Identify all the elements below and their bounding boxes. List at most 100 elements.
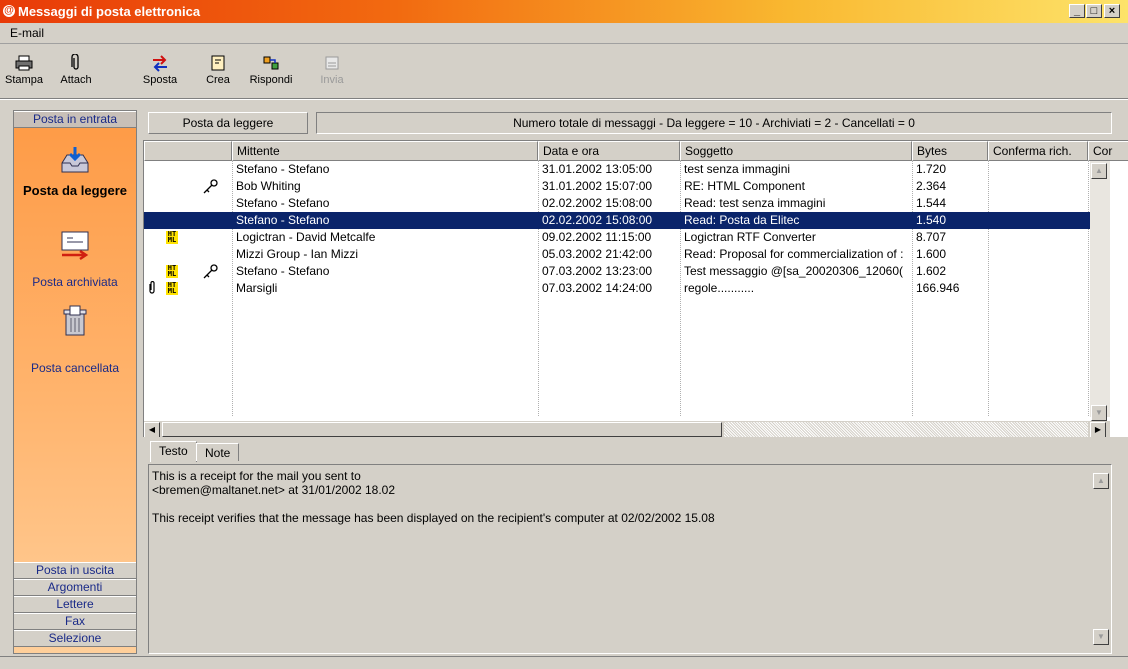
sidebar-letters-button[interactable]: Lettere	[14, 596, 136, 613]
table-row[interactable]: Stefano - Stefano 31.01.2002 13:05:00 test…	[144, 161, 1110, 178]
sidebar-fax-button[interactable]: Fax	[14, 613, 136, 630]
attach-button[interactable]: Attach	[56, 50, 96, 94]
folder-unread-label: Posta da leggere	[22, 183, 128, 198]
new-message-icon	[209, 54, 227, 72]
maximize-button[interactable]: □	[1086, 4, 1102, 18]
table-row[interactable]: Stefano - Stefano 02.02.2002 15:08:00 Read…	[144, 195, 1110, 212]
scroll-track[interactable]	[724, 422, 1088, 437]
cell-bytes: 1.602	[916, 264, 947, 278]
folder-deleted[interactable]: Posta cancellata	[14, 305, 136, 375]
message-list: Mittente Data e ora Soggetto Bytes Confe…	[143, 140, 1128, 437]
send-button[interactable]: Invia	[312, 50, 352, 94]
cell-subject: regole...........	[684, 281, 755, 295]
column-header-date[interactable]: Data e ora	[538, 141, 680, 161]
close-button[interactable]: ×	[1104, 4, 1120, 18]
cell-date: 07.03.2002 14:24:00	[542, 281, 653, 295]
column-header-subject[interactable]: Soggetto	[680, 141, 912, 161]
column-header-receipt-requested[interactable]: Conferma rich.	[988, 141, 1088, 161]
cell-subject: test senza immagini	[684, 162, 791, 176]
cell-subject: Logictran RTF Converter	[684, 230, 816, 244]
scroll-up-button[interactable]: ▲	[1091, 163, 1107, 179]
move-arrows-icon	[151, 54, 169, 72]
toolbar: Stampa Attach Sposta Crea Rispondi Invia	[0, 44, 1128, 99]
sidebar-topics-button[interactable]: Argomenti	[14, 579, 136, 596]
move-label: Sposta	[142, 74, 178, 86]
table-row[interactable]: HT ML Stefano - Stefano 07.03.2002 13:23:00…	[144, 263, 1110, 280]
scroll-right-button[interactable]: ▶	[1090, 422, 1106, 437]
cell-date: 05.03.2002 21:42:00	[542, 247, 653, 261]
column-header-bytes[interactable]: Bytes	[912, 141, 988, 161]
table-row[interactable]: HT ML Logictran - David Metcalfe 09.02.2002…	[144, 229, 1110, 246]
folder-deleted-label: Posta cancellata	[30, 361, 120, 375]
minimize-button[interactable]: _	[1069, 4, 1085, 18]
reply-icon	[262, 54, 280, 72]
status-bar	[0, 656, 1128, 669]
folder-archived-label: Posta archiviata	[32, 275, 118, 289]
cell-sender: Stefano - Stefano	[236, 196, 330, 210]
preview-scroll-up-button[interactable]: ▲	[1093, 473, 1109, 489]
html-format-icon: HT ML	[166, 264, 178, 278]
table-row[interactable]: Bob Whiting 31.01.2002 15:07:00 RE: HTML C…	[144, 178, 1110, 195]
sidebar-selection-button[interactable]: Selezione	[14, 630, 136, 647]
cell-bytes: 166.946	[916, 281, 960, 295]
cell-bytes: 1.540	[916, 213, 947, 227]
folder-unread[interactable]: Posta da leggere	[14, 145, 136, 198]
scroll-thumb[interactable]	[162, 422, 722, 437]
reply-button[interactable]: Rispondi	[248, 50, 294, 94]
cell-date: 31.01.2002 15:07:00	[542, 179, 653, 193]
scroll-down-button[interactable]: ▼	[1091, 405, 1107, 421]
column-header-sender[interactable]: Mittente	[232, 141, 538, 161]
cell-bytes: 1.544	[916, 196, 947, 210]
cell-bytes: 1.720	[916, 162, 947, 176]
cell-bytes: 8.707	[916, 230, 947, 244]
cell-subject: Read: Posta da Elitec	[684, 213, 800, 227]
cell-sender: Bob Whiting	[236, 179, 301, 193]
attach-label: Attach	[60, 74, 92, 86]
archive-icon	[59, 229, 91, 261]
html-format-icon: HT ML	[166, 230, 178, 244]
window-title: Messaggi di posta elettronica	[18, 4, 201, 19]
menu-email[interactable]: E-mail	[10, 26, 44, 40]
sidebar-inbox-button[interactable]: Posta in entrata	[14, 111, 136, 128]
table-row[interactable]: Mizzi Group - Ian Mizzi 05.03.2002 21:42:…	[144, 246, 1110, 263]
cell-date: 07.03.2002 13:23:00	[542, 264, 653, 278]
app-icon: @	[3, 5, 15, 17]
printer-icon	[15, 54, 33, 72]
table-row[interactable]: HT ML Marsigli 07.03.2002 14:24:00 regole...…	[144, 280, 1110, 297]
preview-line: This is a receipt for the mail you sent …	[152, 469, 361, 483]
preview-line: This receipt verifies that the message h…	[152, 511, 715, 525]
title-bar: @ Messaggi di posta elettronica _ □ ×	[0, 0, 1128, 23]
folder-archived[interactable]: Posta archiviata	[14, 229, 136, 289]
cell-date: 31.01.2002 13:05:00	[542, 162, 653, 176]
print-button[interactable]: Stampa	[4, 50, 44, 94]
sidebar-outbox-button[interactable]: Posta in uscita	[14, 562, 136, 579]
cell-date: 02.02.2002 15:08:00	[542, 196, 653, 210]
paperclip-icon	[67, 53, 85, 72]
paperclip-icon	[148, 281, 156, 298]
cell-sender: Mizzi Group - Ian Mizzi	[236, 247, 359, 261]
create-label: Crea	[206, 74, 230, 86]
cell-sender: Stefano - Stefano	[236, 264, 330, 278]
trash-can-icon	[59, 305, 91, 337]
tab-notes[interactable]: Note	[196, 443, 240, 461]
cell-subject: RE: HTML Component	[684, 179, 805, 193]
create-button[interactable]: Crea	[198, 50, 238, 94]
cell-sender: Stefano - Stefano	[236, 162, 330, 176]
tab-text[interactable]: Testo	[150, 441, 197, 462]
preview-line: <bremen@maltanet.net> at 31/01/2002 18.0…	[152, 483, 396, 497]
scroll-left-button[interactable]: ◀	[144, 422, 160, 437]
horizontal-scrollbar[interactable]: ◀ ▶	[144, 421, 1110, 437]
column-header-extra[interactable]: Cor	[1088, 141, 1128, 161]
message-counts: Numero totale di messaggi - Da leggere =…	[316, 112, 1112, 134]
folder-sidebar: Posta in entrata Posta da leggere Posta …	[13, 110, 137, 654]
vertical-scrollbar[interactable]: ▲ ▼	[1090, 161, 1110, 421]
preview-line	[152, 497, 1111, 511]
move-button[interactable]: Sposta	[138, 50, 182, 94]
column-header-flags[interactable]	[144, 141, 232, 161]
cell-sender: Logictran - David Metcalfe	[236, 230, 376, 244]
message-preview[interactable]: This is a receipt for the mail you sent …	[148, 464, 1112, 654]
html-format-icon: HT ML	[166, 281, 178, 295]
cell-sender: Stefano - Stefano	[236, 213, 330, 227]
table-row[interactable]: Stefano - Stefano 02.02.2002 15:08:00 Read…	[144, 212, 1110, 229]
preview-scroll-down-button[interactable]: ▼	[1093, 629, 1109, 645]
